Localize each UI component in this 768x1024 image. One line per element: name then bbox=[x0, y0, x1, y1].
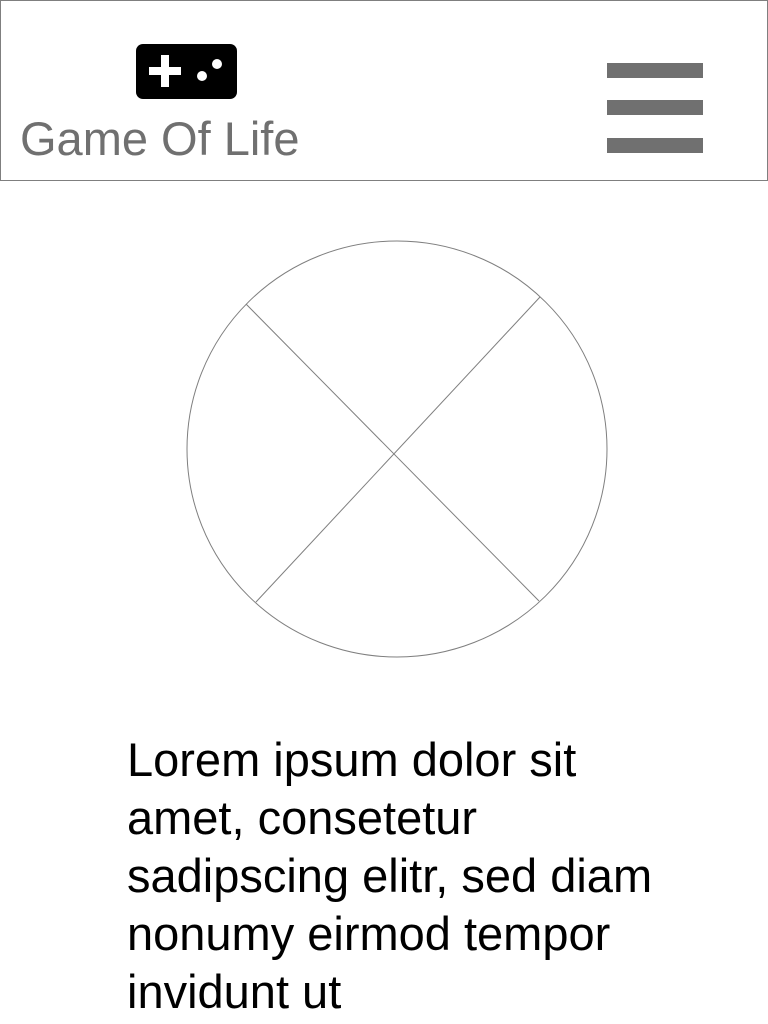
body-paragraph: Lorem ipsum dolor sit amet, consetetur s… bbox=[127, 733, 653, 1018]
app-title: Game Of Life bbox=[20, 112, 300, 165]
menu-bar-bottom bbox=[607, 138, 703, 153]
app-header: Game Of Life bbox=[0, 0, 768, 181]
menu-bar-top bbox=[607, 63, 703, 78]
gamepad-icon bbox=[136, 44, 237, 99]
image-placeholder-icon bbox=[186, 240, 608, 658]
hamburger-menu-button[interactable] bbox=[607, 63, 703, 155]
menu-bar-middle bbox=[607, 100, 703, 115]
